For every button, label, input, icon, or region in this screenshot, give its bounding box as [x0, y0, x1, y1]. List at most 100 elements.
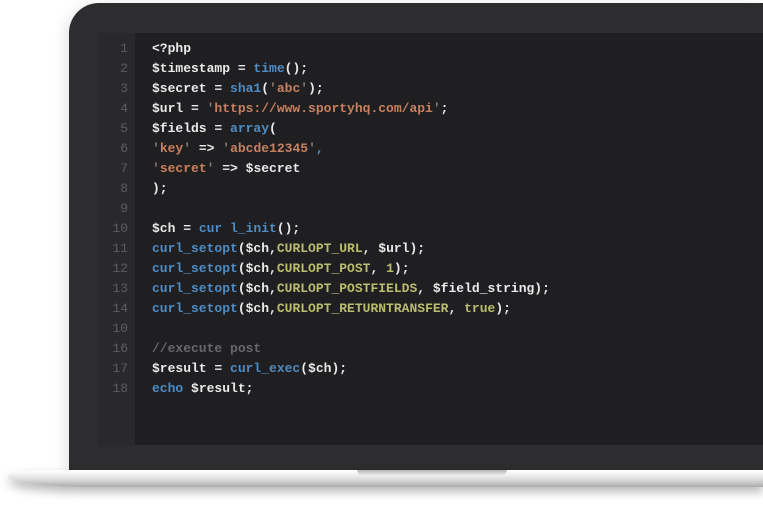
- code-text: curl_setopt($ch,CURLOPT_RETURNTRANSFER, …: [128, 299, 511, 319]
- token-const: 1: [386, 261, 394, 276]
- token-string: abc: [277, 81, 300, 96]
- line-number: 9: [98, 199, 128, 219]
- token-quote: ': [269, 81, 277, 96]
- token-quote: ': [222, 141, 230, 156]
- code-text: curl_setopt($ch,CURLOPT_POSTFIELDS, $fie…: [128, 279, 550, 299]
- token-plain: (: [261, 81, 269, 96]
- token-const: CURLOPT_URL: [277, 241, 363, 256]
- token-plain: $result =: [152, 361, 230, 376]
- code-line[interactable]: 10: [98, 319, 763, 339]
- token-string: key: [160, 141, 183, 156]
- token-plain: ;: [441, 101, 449, 116]
- code-line[interactable]: 1<?php: [98, 39, 763, 59]
- code-line[interactable]: 16 //execute post: [98, 339, 763, 359]
- code-line[interactable]: 2$timestamp = time();: [98, 59, 763, 79]
- line-number: 10: [98, 319, 128, 339]
- code-line[interactable]: 12curl_setopt($ch,CURLOPT_POST, 1);: [98, 259, 763, 279]
- code-line[interactable]: 4$url = 'https://www.sportyhq.com/api';: [98, 99, 763, 119]
- hinge-notch: [357, 470, 507, 475]
- token-plain: ();: [285, 61, 308, 76]
- laptop-mockup: 1<?php2$timestamp = time();3$secret = sh…: [0, 0, 763, 513]
- code-line[interactable]: 17$result = curl_exec($ch);: [98, 359, 763, 379]
- line-number: 11: [98, 239, 128, 259]
- token-plain: => $secret: [214, 161, 300, 176]
- token-plain: $timestamp =: [152, 61, 253, 76]
- token-func: curl_exec: [230, 361, 300, 376]
- token-plain: ,: [448, 301, 464, 316]
- token-func: array: [230, 121, 269, 136]
- line-number: 13: [98, 279, 128, 299]
- token-func: curl_setopt: [152, 301, 238, 316]
- token-plain: $ch =: [152, 221, 199, 236]
- code-text: $ch = cur l_init();: [128, 219, 300, 239]
- token-plain: ($ch,: [238, 261, 277, 276]
- line-number: 8: [98, 179, 128, 199]
- code-text: <?php: [128, 39, 191, 59]
- token-plain: ($ch);: [300, 361, 347, 376]
- token-plain: $fields =: [152, 121, 230, 136]
- code-text: $result = curl_exec($ch);: [128, 359, 347, 379]
- code-text: curl_setopt($ch,CURLOPT_POST, 1);: [128, 259, 410, 279]
- token-plain: $url =: [152, 101, 207, 116]
- code-line[interactable]: 11curl_setopt($ch,CURLOPT_URL, $url);: [98, 239, 763, 259]
- token-quote: ': [183, 141, 191, 156]
- token-plain: =>: [191, 141, 222, 156]
- token-plain: );: [495, 301, 511, 316]
- line-number: 14: [98, 299, 128, 319]
- code-line[interactable]: 6'key' => 'abcde12345',: [98, 139, 763, 159]
- token-quote: ': [152, 141, 160, 156]
- token-quote: ': [308, 141, 316, 156]
- token-plain: $secret =: [152, 81, 230, 96]
- code-line[interactable]: 14curl_setopt($ch,CURLOPT_RETURNTRANSFER…: [98, 299, 763, 319]
- code-text: [128, 199, 152, 219]
- line-number: 5: [98, 119, 128, 139]
- token-func: curl_setopt: [152, 241, 238, 256]
- line-number: 4: [98, 99, 128, 119]
- code-text: 'secret' => $secret: [128, 159, 300, 179]
- line-number: 16: [98, 339, 128, 359]
- line-number: 18: [98, 379, 128, 399]
- token-string: secret: [160, 161, 207, 176]
- line-number: 3: [98, 79, 128, 99]
- code-line[interactable]: 8);: [98, 179, 763, 199]
- code-editor[interactable]: 1<?php2$timestamp = time();3$secret = sh…: [98, 33, 763, 445]
- token-plain: ();: [277, 221, 300, 236]
- code-text: curl_setopt($ch,CURLOPT_URL, $url);: [128, 239, 425, 259]
- token-const: true: [464, 301, 495, 316]
- code-text: [128, 319, 152, 339]
- line-number: 12: [98, 259, 128, 279]
- token-const: CURLOPT_POST: [277, 261, 371, 276]
- token-func: sha1: [230, 81, 261, 96]
- token-const: CURLOPT_POSTFIELDS: [277, 281, 417, 296]
- line-number: 7: [98, 159, 128, 179]
- code-line[interactable]: 9: [98, 199, 763, 219]
- code-line[interactable]: 18echo $result;: [98, 379, 763, 399]
- code-text: //execute post: [128, 339, 261, 359]
- token-const: CURLOPT_RETURNTRANSFER: [277, 301, 449, 316]
- laptop-screen-bezel: 1<?php2$timestamp = time();3$secret = sh…: [69, 3, 763, 470]
- code-text: echo $result;: [128, 379, 253, 399]
- token-func: cur l_init: [199, 221, 277, 236]
- code-line[interactable]: 10$ch = cur l_init();: [98, 219, 763, 239]
- token-quote: ': [152, 161, 160, 176]
- token-plain: $result;: [183, 381, 253, 396]
- code-line[interactable]: 13curl_setopt($ch,CURLOPT_POSTFIELDS, $f…: [98, 279, 763, 299]
- laptop-base: [8, 470, 763, 487]
- token-plain: ($ch,: [238, 301, 277, 316]
- token-comment: //execute post: [152, 341, 261, 356]
- line-number: 6: [98, 139, 128, 159]
- token-plain: <?php: [152, 41, 191, 56]
- code-line[interactable]: 3$secret = sha1('abc');: [98, 79, 763, 99]
- token-plain: );: [152, 181, 168, 196]
- token-func: curl_setopt: [152, 281, 238, 296]
- token-func: curl_setopt: [152, 261, 238, 276]
- token-plain: ,: [370, 261, 386, 276]
- token-quote: ': [300, 81, 308, 96]
- code-line[interactable]: 7'secret' => $secret: [98, 159, 763, 179]
- line-number: 17: [98, 359, 128, 379]
- token-plain: ($ch,: [238, 241, 277, 256]
- code-line[interactable]: 5$fields = array(: [98, 119, 763, 139]
- line-number: 2: [98, 59, 128, 79]
- code-text: $timestamp = time();: [128, 59, 308, 79]
- token-plain: , $field_string);: [417, 281, 550, 296]
